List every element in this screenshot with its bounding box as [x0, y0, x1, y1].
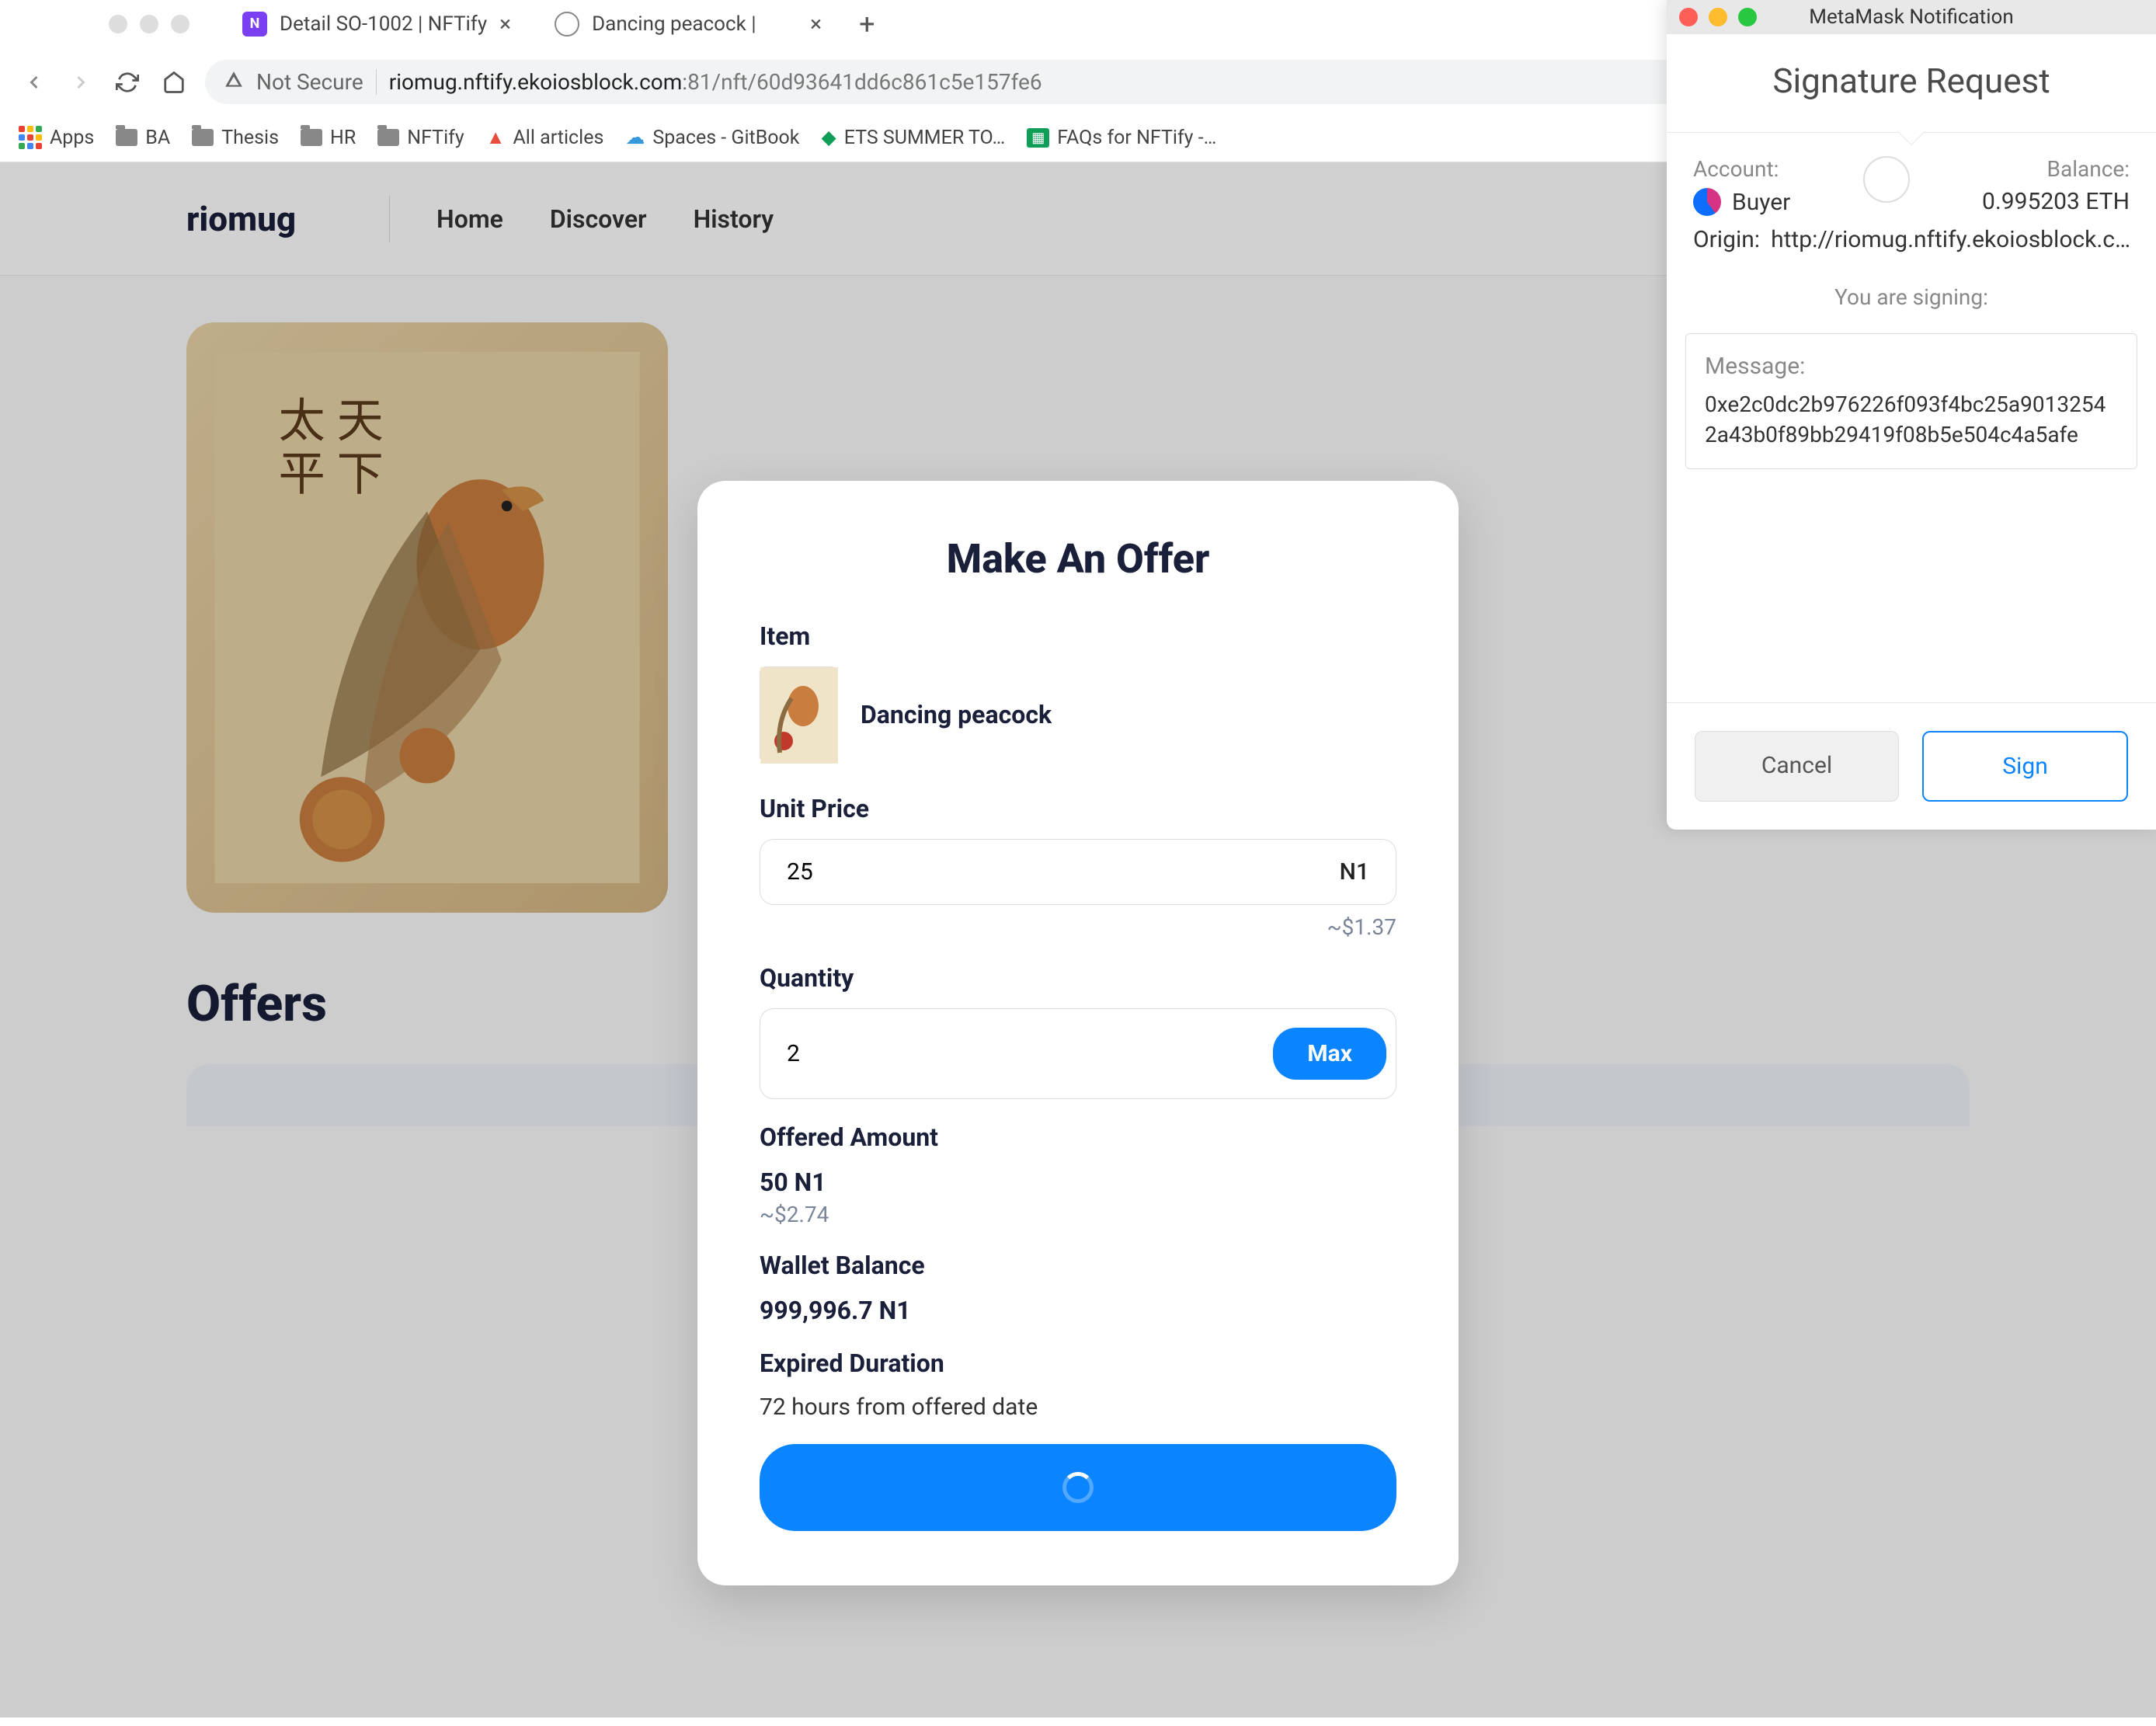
metamask-header: Signature Request — [1667, 34, 2156, 133]
tab-title: Dancing peacock | — [592, 12, 756, 36]
metamask-titlebar: MetaMask Notification — [1667, 0, 2156, 34]
traffic-close-icon[interactable] — [109, 15, 127, 33]
apps-button[interactable]: Apps — [19, 126, 94, 149]
quantity-input[interactable] — [787, 1040, 1273, 1067]
bookmark-link[interactable]: ☁Spaces - GitBook — [625, 126, 799, 149]
reload-button[interactable] — [112, 67, 143, 98]
new-tab-button[interactable]: + — [843, 8, 890, 40]
apps-icon — [19, 126, 42, 149]
item-thumbnail — [760, 666, 837, 763]
offered-amount-value: 50 N1 — [760, 1167, 1396, 1197]
folder-icon — [301, 129, 322, 146]
close-icon[interactable]: × — [499, 11, 511, 37]
loading-spinner-icon — [1062, 1472, 1094, 1503]
mm-balance-label: Balance: — [1982, 156, 2130, 182]
mm-origin-label: Origin: — [1693, 226, 1760, 253]
triangle-icon: ▲ — [486, 127, 506, 149]
unit-price-input[interactable] — [787, 858, 1340, 886]
bookmark-folder[interactable]: HR — [301, 127, 356, 149]
metamask-body: Account: Buyer Balance: 0.995203 ETH Ori… — [1667, 133, 2156, 485]
mm-account-balance-row: Account: Buyer Balance: 0.995203 ETH — [1693, 156, 2130, 218]
forward-button[interactable] — [65, 67, 96, 98]
unit-price-usd: ~$1.37 — [760, 914, 1396, 940]
expired-label: Expired Duration — [760, 1348, 1396, 1378]
close-icon[interactable]: × — [810, 11, 822, 37]
sign-button[interactable]: Sign — [1922, 731, 2128, 802]
wallet-balance-value: 999,996.7 N1 — [760, 1296, 1396, 1325]
window-controls — [109, 15, 221, 33]
mm-site-avatar-icon — [1863, 156, 1910, 203]
mm-origin-row: Origin: http://riomug.nftify.ekoiosblock… — [1693, 226, 2130, 253]
tab-title: Detail SO-1002 | NFTify — [280, 12, 487, 36]
bookmark-link[interactable]: ▦FAQs for NFTify -… — [1027, 127, 1216, 149]
favicon-globe-icon — [555, 12, 579, 37]
max-button[interactable]: Max — [1273, 1028, 1386, 1080]
expired-value: 72 hours from offered date — [760, 1394, 1396, 1421]
mm-origin-url: http://riomug.nftify.ekoiosblock.c… — [1771, 226, 2130, 253]
currency-label: N1 — [1340, 858, 1369, 886]
mm-account-name: Buyer — [1732, 189, 1790, 216]
url-text: riomug.nftify.ekoiosblock.com:81/nft/60d… — [389, 69, 1042, 95]
bookmark-folder[interactable]: NFTify — [377, 127, 464, 149]
traffic-min-icon[interactable] — [140, 15, 158, 33]
back-button[interactable] — [19, 67, 50, 98]
mm-account: Buyer — [1693, 188, 1790, 216]
metamask-window-title: MetaMask Notification — [1667, 5, 2156, 29]
account-identicon-icon — [1693, 188, 1721, 216]
browser-tab-2[interactable]: Dancing peacock | × — [533, 0, 843, 47]
item-name: Dancing peacock — [861, 700, 1052, 729]
mm-footer: Cancel Sign — [1667, 702, 2156, 830]
mm-account-label: Account: — [1693, 156, 1790, 182]
wallet-balance-label: Wallet Balance — [760, 1251, 1396, 1280]
quantity-label: Quantity — [760, 963, 1396, 993]
browser-tab-1[interactable]: N Detail SO-1002 | NFTify × — [221, 0, 533, 47]
item-row: Dancing peacock — [760, 666, 1396, 763]
unit-price-label: Unit Price — [760, 794, 1396, 823]
bookmark-folder[interactable]: BA — [116, 127, 170, 149]
bookmark-link[interactable]: ◆ETS SUMMER TO… — [821, 126, 1005, 149]
mm-message-hash: 0xe2c0dc2b976226f093f4bc25a90132542a43b0… — [1705, 389, 2118, 450]
apps-label: Apps — [50, 127, 94, 149]
drive-icon: ◆ — [821, 126, 836, 149]
folder-icon — [377, 129, 399, 146]
folder-icon — [192, 129, 214, 146]
traffic-max-icon[interactable] — [171, 15, 190, 33]
mm-balance-value: 0.995203 ETH — [1982, 188, 2130, 215]
mm-message-box: Message: 0xe2c0dc2b976226f093f4bc25a9013… — [1685, 333, 2137, 469]
home-button[interactable] — [158, 67, 190, 98]
modal-title: Make An Offer — [760, 535, 1396, 583]
bookmark-folder[interactable]: Thesis — [192, 127, 279, 149]
offered-amount-usd: ~$2.74 — [760, 1202, 1396, 1227]
unit-price-input-row: N1 — [760, 839, 1396, 905]
favicon-nftify-icon: N — [242, 12, 267, 37]
cloud-icon: ☁ — [625, 126, 645, 149]
security-status: Not Secure — [256, 69, 377, 95]
sheets-icon: ▦ — [1027, 128, 1049, 148]
folder-icon — [116, 129, 137, 146]
metamask-window: MetaMask Notification Signature Request … — [1667, 0, 2156, 830]
submit-offer-button[interactable] — [760, 1444, 1396, 1531]
mm-message-label: Message: — [1705, 353, 2118, 380]
cancel-button[interactable]: Cancel — [1695, 731, 1899, 802]
make-offer-modal: Make An Offer Item Dancing peacock Unit … — [697, 481, 1459, 1585]
quantity-input-row: Max — [760, 1008, 1396, 1099]
mm-signing-label: You are signing: — [1693, 284, 2130, 310]
offered-amount-label: Offered Amount — [760, 1122, 1396, 1152]
item-label: Item — [760, 621, 1396, 651]
bookmark-link[interactable]: ▲All articles — [486, 127, 604, 149]
warning-icon — [224, 70, 244, 95]
